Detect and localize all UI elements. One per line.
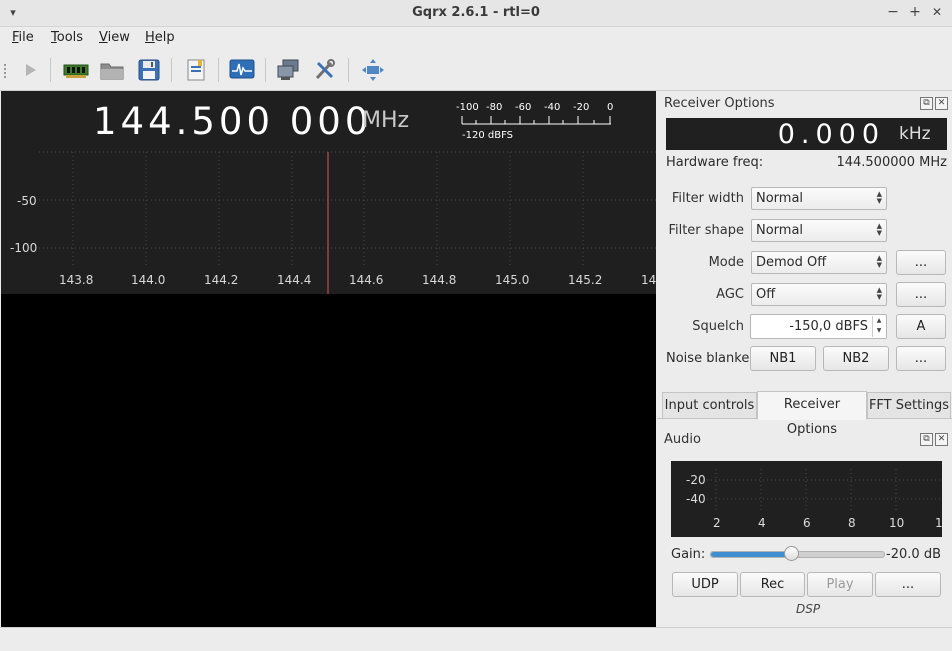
bookmarks-icon[interactable] xyxy=(182,56,210,84)
fft-display-icon[interactable] xyxy=(228,56,256,84)
squelch-auto-button[interactable]: A xyxy=(896,314,946,339)
y-axis-label: -100 xyxy=(10,241,38,255)
x-axis-label: 145.2 xyxy=(568,273,603,287)
waterfall-display[interactable] xyxy=(1,294,656,627)
noise-blanker-label: Noise blanker xyxy=(666,351,755,366)
audio-x-label: 1 xyxy=(935,516,943,530)
filter-width-select[interactable]: Normal ▲ ▼ xyxy=(751,187,887,210)
x-axis-label: 14 xyxy=(641,273,657,287)
agc-label: AGC xyxy=(716,287,744,302)
audio-x-label: 6 xyxy=(803,516,811,530)
close-dock-icon[interactable]: ✕ xyxy=(935,97,948,110)
toolbar-separator xyxy=(171,58,172,82)
squelch-label: Squelch xyxy=(692,319,744,334)
menu-file[interactable]: File xyxy=(12,30,34,45)
settings-tools-icon[interactable] xyxy=(311,56,339,84)
close-button[interactable]: ✕ xyxy=(929,4,945,20)
toolbar-separator xyxy=(348,58,349,82)
filter-width-label: Filter width xyxy=(671,191,744,206)
play-button[interactable]: Play xyxy=(807,572,873,597)
rec-button[interactable]: Rec xyxy=(740,572,805,597)
frequency-readout[interactable]: 144.500 000 xyxy=(93,100,372,143)
agc-options-button[interactable]: ... xyxy=(896,282,946,307)
mode-select[interactable]: Demod Off ▲ ▼ xyxy=(751,251,887,274)
open-folder-icon[interactable] xyxy=(98,56,126,84)
gain-value: -20.0 dB xyxy=(886,547,941,562)
squelch-value: -150,0 dBFS xyxy=(789,319,868,334)
dsp-label: DSP xyxy=(796,602,821,616)
close-dock-icon[interactable]: ✕ xyxy=(935,433,948,446)
tab-fft-settings[interactable]: FFT Settings xyxy=(867,392,951,419)
receiver-options-title: Receiver Options xyxy=(664,96,775,111)
nb2-button[interactable]: NB2 xyxy=(823,346,889,371)
audio-title: Audio xyxy=(664,432,701,447)
signal-meter-bar xyxy=(461,116,611,125)
x-axis-label: 144.2 xyxy=(204,273,239,287)
audio-x-label: 4 xyxy=(758,516,766,530)
gain-label: Gain: xyxy=(671,547,706,562)
spin-arrows-icon: ▲ ▼ xyxy=(876,222,882,237)
toolbar-separator xyxy=(218,58,219,82)
audio-options-button[interactable]: ... xyxy=(875,572,941,597)
menu-view[interactable]: View xyxy=(99,30,130,45)
spin-arrows-icon[interactable]: ▲ ▼ xyxy=(872,316,885,337)
audio-y-label: -20 xyxy=(686,473,706,487)
y-axis-label: -50 xyxy=(17,194,37,208)
udp-button[interactable]: UDP xyxy=(672,572,738,597)
filter-shape-label: Filter shape xyxy=(668,223,744,238)
nb1-button[interactable]: NB1 xyxy=(750,346,816,371)
tab-receiver-options[interactable]: Receiver Options xyxy=(757,391,867,437)
offset-frequency-value: 0.000 xyxy=(777,119,885,150)
float-dock-icon[interactable]: ⧉ xyxy=(920,433,933,446)
x-axis-label: 144.6 xyxy=(349,273,384,287)
tab-input-controls[interactable]: Input controls xyxy=(662,392,757,419)
x-axis-label: 145.0 xyxy=(495,273,530,287)
audio-x-label: 2 xyxy=(713,516,721,530)
x-axis-label: 144.0 xyxy=(131,273,166,287)
gain-slider-fill xyxy=(711,552,791,557)
spin-arrows-icon: ▲ ▼ xyxy=(876,254,882,269)
toolbar-separator xyxy=(50,58,51,82)
maximize-button[interactable]: + xyxy=(907,4,923,20)
noise-blanker-options-button[interactable]: ... xyxy=(896,346,946,371)
hardware-freq-value: 144.500000 MHz xyxy=(836,155,947,170)
mode-options-button[interactable]: ... xyxy=(896,250,946,275)
hardware-device-icon[interactable] xyxy=(62,56,90,84)
spin-arrows-icon: ▲ ▼ xyxy=(876,286,882,301)
float-dock-icon[interactable]: ⧉ xyxy=(920,97,933,110)
x-axis-label: 144.8 xyxy=(422,273,457,287)
remote-network-icon[interactable] xyxy=(274,56,302,84)
minimize-button[interactable]: − xyxy=(885,4,901,20)
window-title: Gqrx 2.6.1 - rtl=0 xyxy=(412,5,540,20)
gain-slider-handle[interactable] xyxy=(784,546,799,561)
save-icon[interactable] xyxy=(135,56,163,84)
squelch-spinbox[interactable]: -150,0 dBFS ▲ ▼ xyxy=(750,314,887,339)
menu-bar xyxy=(0,27,952,49)
filter-shape-select[interactable]: Normal ▲ ▼ xyxy=(751,219,887,242)
audio-x-label: 8 xyxy=(848,516,856,530)
toolbar-handle[interactable] xyxy=(4,64,10,78)
audio-x-label: 10 xyxy=(889,516,905,530)
start-dsp-icon[interactable] xyxy=(16,56,44,84)
fullscreen-icon[interactable] xyxy=(359,56,387,84)
menu-tools[interactable]: Tools xyxy=(51,30,83,45)
offset-frequency-unit: kHz xyxy=(899,124,931,144)
audio-y-label: -40 xyxy=(686,492,706,506)
x-axis-label: 144.4 xyxy=(277,273,312,287)
x-axis-label: 143.8 xyxy=(59,273,94,287)
frequency-unit: MHz xyxy=(362,108,410,133)
menu-help[interactable]: Help xyxy=(145,30,175,45)
toolbar-separator xyxy=(265,58,266,82)
mode-label: Mode xyxy=(708,255,744,270)
hardware-freq-label: Hardware freq: xyxy=(666,155,764,170)
spin-arrows-icon: ▲ ▼ xyxy=(876,190,882,205)
agc-select[interactable]: Off ▲ ▼ xyxy=(751,283,887,306)
signal-meter-value: -120 dBFS xyxy=(462,130,514,141)
status-bar xyxy=(0,627,952,651)
